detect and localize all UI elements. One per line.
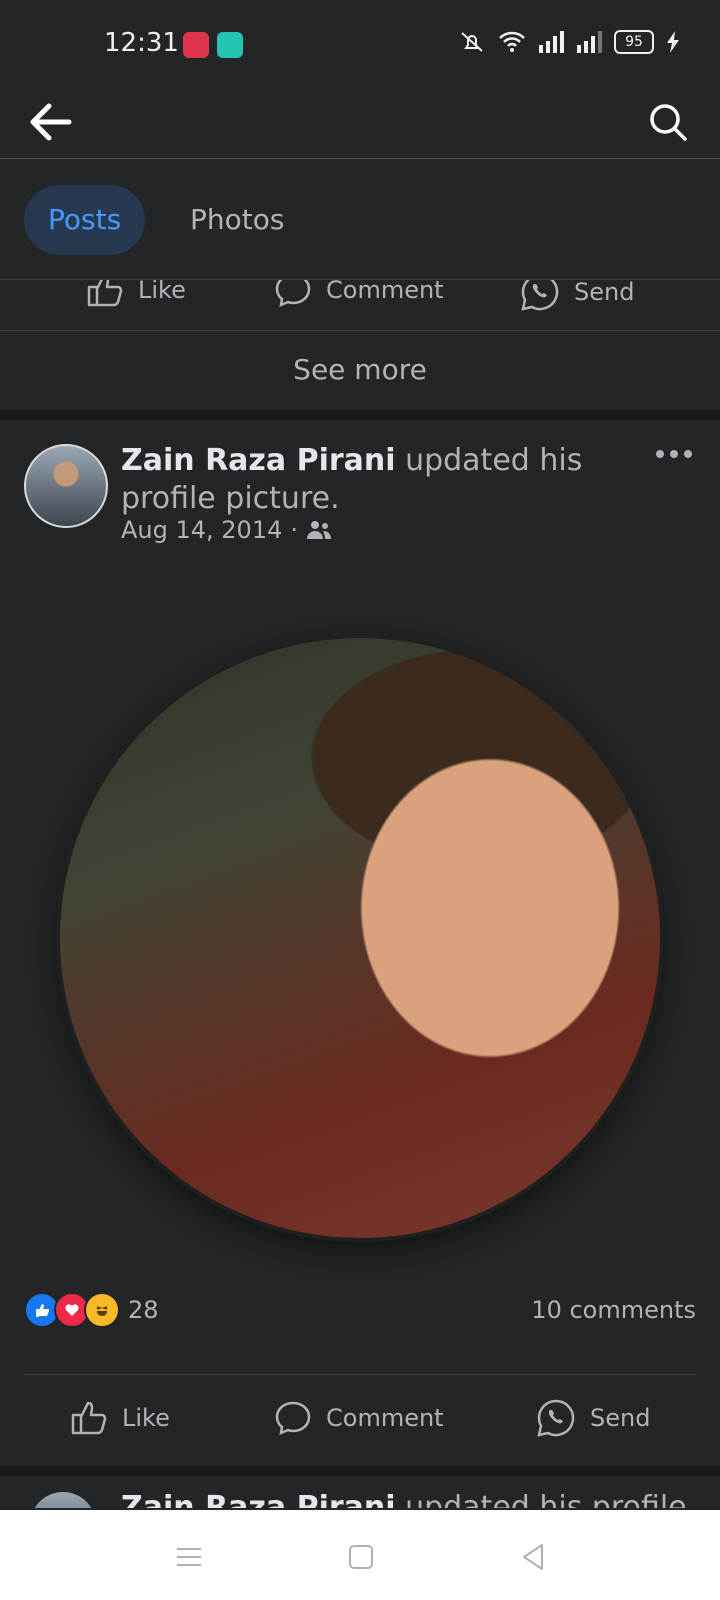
status-icons: 95 [458, 30, 680, 54]
meta-separator: · [290, 516, 299, 544]
send-label: Send [590, 1404, 651, 1432]
status-time: 12:31 [104, 28, 179, 58]
comment-label: Comment [326, 279, 444, 304]
avatar[interactable] [30, 1492, 96, 1508]
like-label: Like [138, 279, 186, 304]
more-dots-icon [656, 450, 664, 458]
next-post-card: Zain Raza Pirani updated his profile [0, 1478, 720, 1508]
wifi-icon [499, 31, 525, 52]
author-name[interactable]: Zain Raza Pirani [121, 1490, 396, 1508]
comment-button[interactable]: Comment [274, 279, 444, 308]
divider [24, 1374, 696, 1375]
post-date[interactable]: Aug 14, 2014 [121, 516, 282, 544]
search-icon [650, 104, 687, 141]
like-button[interactable]: Like [86, 279, 186, 308]
system-nav-bar [0, 1510, 720, 1600]
whatsapp-icon [537, 1399, 575, 1437]
reaction-count[interactable]: 28 [128, 1296, 159, 1324]
back-button[interactable] [22, 94, 78, 150]
triangle-back-icon [523, 1544, 543, 1570]
post-header: Zain Raza Pirani updated his profile pic… [121, 442, 641, 518]
send-label: Send [574, 279, 635, 306]
post-actions: Like Comment Send [0, 1376, 720, 1470]
post-card: Zain Raza Pirani updated his profile pic… [0, 420, 720, 1470]
friends-icon[interactable] [306, 520, 332, 540]
back-nav-button[interactable] [508, 1532, 558, 1582]
thumbs-up-icon [71, 1401, 107, 1435]
previous-post-actions: Like Comment Send [0, 279, 720, 331]
profile-picture-image[interactable] [60, 638, 660, 1238]
more-options-button[interactable] [650, 440, 698, 468]
comments-count[interactable]: 10 comments [531, 1296, 696, 1324]
reactions-summary: 28 10 comments [24, 1290, 696, 1330]
post-meta: Aug 14, 2014 · [121, 516, 332, 544]
top-bar [0, 90, 720, 159]
tab-posts[interactable]: Posts [24, 185, 146, 255]
comment-button[interactable]: Comment [274, 1400, 444, 1436]
post-action-text: updated his profile [405, 1490, 687, 1508]
mute-icon [461, 32, 483, 52]
author-name[interactable]: Zain Raza Pirani [121, 443, 396, 478]
send-button[interactable]: Send [520, 279, 635, 312]
send-button[interactable]: Send [536, 1398, 650, 1438]
haha-reaction-icon [84, 1292, 120, 1328]
battery-indicator: 95 [614, 30, 654, 54]
comment-label: Comment [326, 1404, 444, 1432]
next-post-header: Zain Raza Pirani updated his profile [121, 1490, 687, 1508]
home-nav-button[interactable] [336, 1532, 386, 1582]
like-button[interactable]: Like [70, 1400, 170, 1436]
see-more-button[interactable]: See more [0, 330, 720, 410]
menu-nav-button[interactable] [164, 1532, 214, 1582]
status-bar: 12:31 95 [0, 0, 720, 90]
profile-tabs: Posts Photos [0, 159, 720, 279]
thumbs-up-icon [87, 280, 123, 307]
signal-icon [577, 31, 602, 53]
signal-icon [539, 31, 564, 53]
post-separator [0, 1466, 720, 1476]
menu-icon [177, 1548, 201, 1566]
comment-bubble-icon [275, 1401, 311, 1436]
notification-app-icon [217, 32, 243, 58]
like-label: Like [122, 1404, 170, 1432]
comment-bubble-icon [275, 280, 311, 308]
arrow-left-icon [30, 103, 72, 141]
avatar[interactable] [24, 444, 108, 528]
square-icon [349, 1545, 373, 1569]
tab-photos[interactable]: Photos [166, 185, 308, 255]
search-button[interactable] [640, 94, 696, 150]
notification-app-icon [183, 32, 209, 58]
post-separator [0, 410, 720, 420]
charging-icon [667, 31, 679, 53]
whatsapp-icon [521, 280, 559, 311]
reaction-icons[interactable] [24, 1292, 120, 1328]
